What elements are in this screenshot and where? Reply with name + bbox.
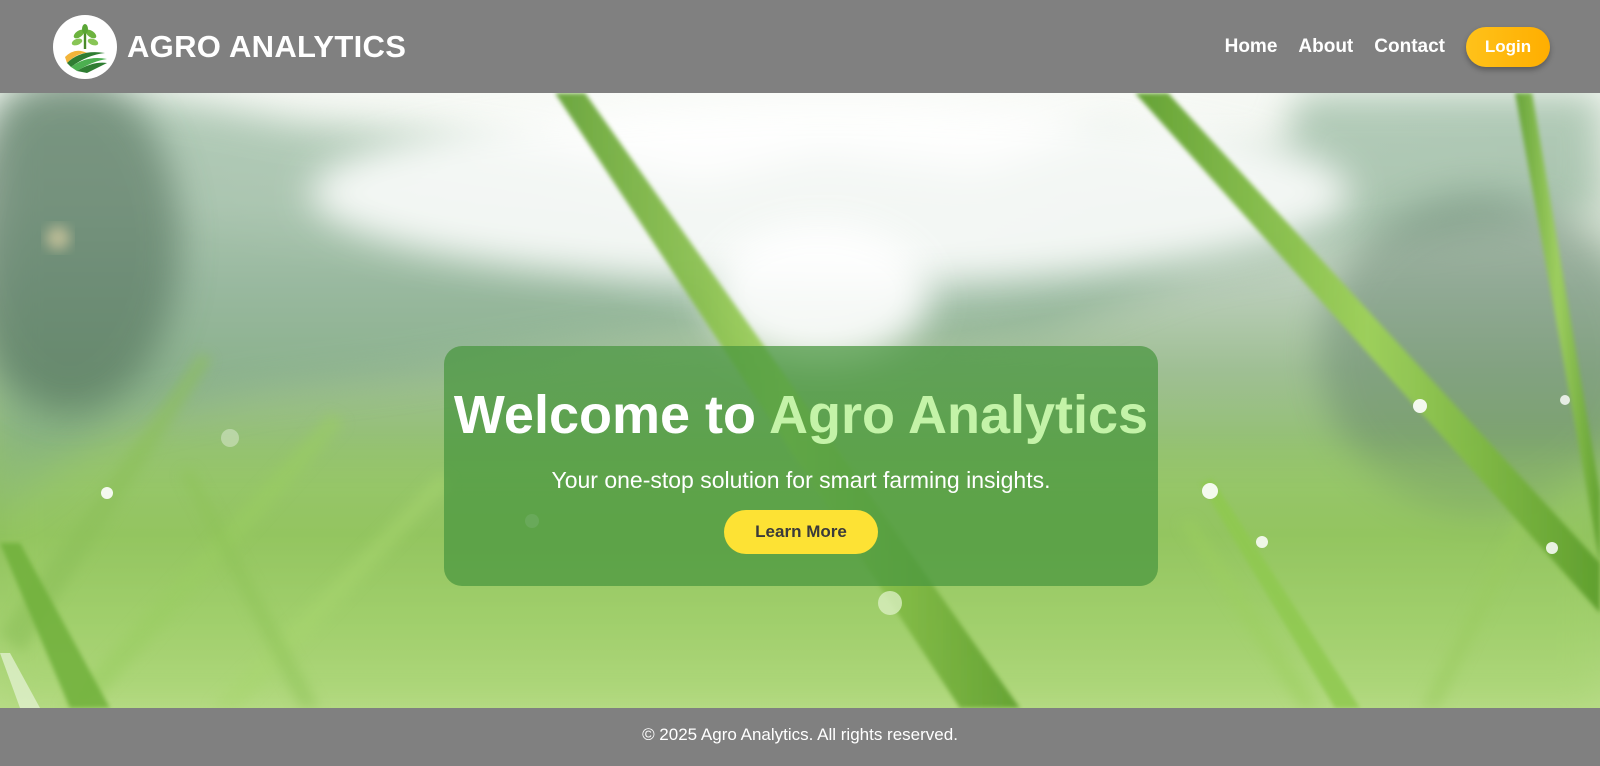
- hero-subtitle: Your one-stop solution for smart farming…: [551, 467, 1051, 494]
- site-header: AGRO ANALYTICS Home About Contact Login: [0, 0, 1600, 93]
- login-button[interactable]: Login: [1466, 26, 1550, 67]
- brand-name[interactable]: AGRO ANALYTICS: [127, 29, 406, 65]
- hero-title-accent: Agro Analytics: [768, 385, 1149, 445]
- nav-link-contact[interactable]: Contact: [1374, 36, 1445, 58]
- main-nav: Home About Contact Login: [1204, 26, 1550, 67]
- site-footer: © 2025 Agro Analytics. All rights reserv…: [0, 708, 1600, 766]
- hero-section: Welcome to Agro Analytics Your one-stop …: [0, 93, 1600, 708]
- nav-link-about[interactable]: About: [1298, 36, 1353, 58]
- footer-copyright: © 2025 Agro Analytics. All rights reserv…: [642, 725, 958, 744]
- agro-logo-icon[interactable]: [53, 14, 117, 79]
- hero-title-prefix: Welcome to: [453, 385, 756, 445]
- hero-title: Welcome to Agro Analytics: [453, 385, 1149, 445]
- welcome-card: Welcome to Agro Analytics Your one-stop …: [444, 346, 1158, 586]
- brand[interactable]: AGRO ANALYTICS: [53, 14, 406, 79]
- nav-link-home[interactable]: Home: [1225, 36, 1278, 58]
- learn-more-button[interactable]: Learn More: [724, 510, 878, 555]
